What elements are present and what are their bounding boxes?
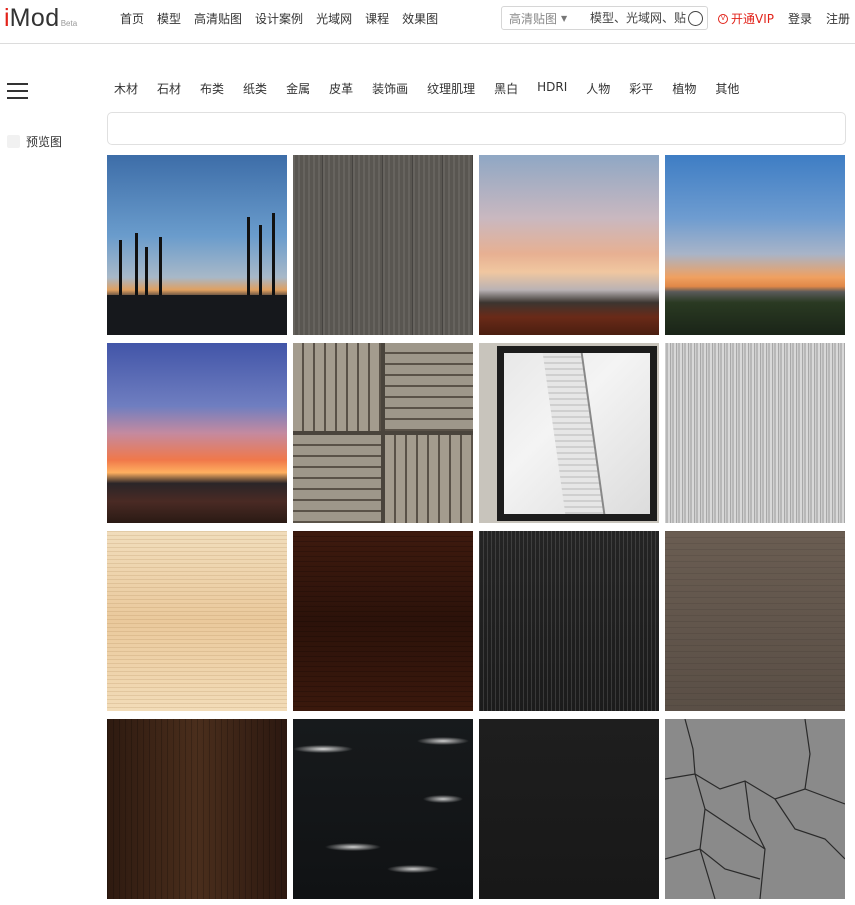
map-coastline [542,353,606,514]
crack-lines [665,719,845,899]
nav-home[interactable]: 首页 [120,10,144,27]
thumb-black-leather[interactable] [479,719,659,899]
top-navigation-bar: i Mod Beta 首页 模型 高清贴图 设计案例 光域网 课程 效果图 高清… [0,0,855,44]
chevron-down-icon: ▼ [561,13,568,23]
tree-silhouette [259,225,262,295]
vip-icon: V [718,13,728,24]
thumb-taupe-wood[interactable] [665,531,845,711]
category-decorative-painting[interactable]: 装饰画 [372,80,408,97]
thumb-dark-brown-wood[interactable] [107,719,287,899]
nav-hd-textures[interactable]: 高清贴图 [194,10,242,27]
thumb-black-marble[interactable] [293,719,473,899]
parquet-block [385,343,473,431]
logo-beta-tag: Beta [60,19,78,28]
thumb-dusk-clouds-field[interactable] [479,155,659,335]
category-texture-pattern[interactable]: 纹理肌理 [427,80,475,97]
vip-label: 开通VIP [731,12,774,26]
nav-courses[interactable]: 课程 [365,10,389,27]
category-metal[interactable]: 金属 [286,80,310,97]
category-hdri[interactable]: HDRI [537,80,567,97]
thumb-wood-parquet[interactable] [293,343,473,523]
hamburger-line [7,97,28,99]
logo-mod: Mod [9,4,60,32]
category-plants[interactable]: 植物 [672,80,696,97]
login-link[interactable]: 登录 [788,10,812,27]
category-color-plan[interactable]: 彩平 [629,80,653,97]
ground [107,295,287,335]
category-other[interactable]: 其他 [715,80,739,97]
tree-silhouette [247,217,250,295]
category-stone[interactable]: 石材 [157,80,181,97]
hamburger-line [7,83,28,85]
thumb-framed-map[interactable] [479,343,659,523]
parquet-block [293,435,381,523]
tree-silhouette [159,237,162,295]
thumb-birch-wood[interactable] [107,531,287,711]
thumb-sunset-trees[interactable] [107,155,287,335]
main-nav: 首页 模型 高清贴图 设计案例 光域网 课程 效果图 [120,10,451,27]
search-input[interactable] [582,11,687,25]
thumb-purple-sunset[interactable] [107,343,287,523]
register-link[interactable]: 注册 [826,10,850,27]
parquet-block [293,343,381,431]
crack-line [774,798,845,860]
crack-line [665,848,761,880]
filter-bar[interactable] [107,112,846,145]
search-type-label: 高清贴图 [509,11,558,26]
preview-label: 预览图 [26,135,63,149]
thumb-sunset-clouds-field[interactable] [665,155,845,335]
category-wood[interactable]: 木材 [114,80,138,97]
crack-line [684,719,716,899]
thumb-grey-wood-planks[interactable] [293,155,473,335]
tree-silhouette [145,247,148,295]
crack-line [804,719,811,790]
search-icon[interactable] [688,11,703,26]
search-type-select[interactable]: 高清贴图 ▼ [502,10,582,27]
category-leather[interactable]: 皮革 [329,80,353,97]
search-box: 高清贴图 ▼ [501,6,708,30]
preview-checkbox[interactable] [7,135,20,148]
tree-silhouette [272,213,275,295]
category-fabric[interactable]: 布类 [200,80,224,97]
parquet-block [385,435,473,523]
open-vip-link[interactable]: V 开通VIP [718,10,774,27]
thumb-walnut-wood[interactable] [293,531,473,711]
thumb-cracked-concrete[interactable] [665,719,845,899]
crack-line [704,808,766,850]
category-paper[interactable]: 纸类 [243,80,267,97]
nav-ies-lights[interactable]: 光域网 [316,10,352,27]
imod-logo[interactable]: i Mod Beta [4,4,77,34]
hamburger-line [7,90,28,92]
crack-line [744,780,766,899]
nav-design-cases[interactable]: 设计案例 [255,10,303,27]
category-tabs: 木材 石材 布类 纸类 金属 皮革 装饰画 纹理肌理 黑白 HDRI 人物 彩平… [114,80,758,97]
crack-line [665,773,845,805]
category-people[interactable]: 人物 [586,80,610,97]
hamburger-menu-icon[interactable] [7,83,28,99]
texture-grid [107,155,847,899]
tree-silhouette [119,240,122,295]
nav-renderings[interactable]: 效果图 [402,10,438,27]
picture-frame [497,346,657,521]
map-paper [504,353,650,514]
thumb-white-wood-grain[interactable] [665,343,845,523]
nav-models[interactable]: 模型 [157,10,181,27]
category-black-white[interactable]: 黑白 [494,80,518,97]
tree-silhouette [135,233,138,295]
thumb-dark-wood-grain[interactable] [479,531,659,711]
preview-toggle[interactable]: 预览图 [7,133,62,150]
